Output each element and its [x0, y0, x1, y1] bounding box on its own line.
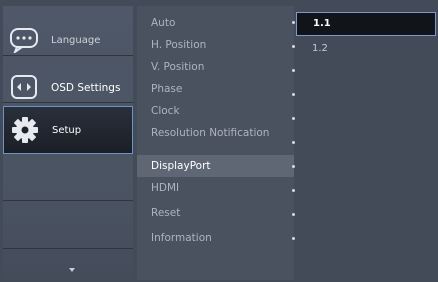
- value-option-1-2[interactable]: 1.2: [296, 38, 328, 60]
- nav-item-osd-settings[interactable]: OSD Settings: [3, 66, 133, 110]
- dot-icon: [292, 165, 295, 168]
- separator-dots: [292, 6, 295, 280]
- dot-icon: [292, 141, 295, 144]
- main-menu: Language OSD Settings Setup: [3, 6, 133, 280]
- submenu-item-auto[interactable]: Auto: [137, 12, 294, 34]
- divider: [3, 248, 133, 249]
- dot-icon: [292, 237, 295, 240]
- gear-icon: [10, 116, 40, 144]
- monitor-settings-icon: [9, 74, 39, 102]
- osd-menu: Language OSD Settings Setup Auto H. Posi…: [0, 0, 438, 282]
- dot-icon: [292, 69, 295, 72]
- value-panel: 1.1 1.2: [296, 6, 438, 280]
- dot-icon: [292, 93, 295, 96]
- submenu-item-hdmi[interactable]: HDMI: [137, 177, 294, 199]
- submenu-item-h-position[interactable]: H. Position: [137, 34, 294, 56]
- nav-item-label: Language: [51, 34, 101, 46]
- dot-icon: [292, 189, 295, 192]
- dot-icon: [292, 117, 295, 120]
- chevron-down-icon[interactable]: [69, 268, 75, 272]
- submenu-item-displayport[interactable]: DisplayPort: [137, 155, 294, 177]
- dot-icon: [292, 213, 295, 216]
- dot-icon: [292, 21, 295, 24]
- divider: [3, 200, 133, 201]
- dot-icon: [292, 45, 295, 48]
- submenu-item-reset[interactable]: Reset: [137, 202, 294, 224]
- submenu-item-resolution-notification[interactable]: Resolution Notification: [137, 122, 294, 144]
- nav-item-label: Setup: [52, 124, 82, 136]
- divider: [3, 55, 133, 56]
- nav-item-setup[interactable]: Setup: [3, 106, 133, 154]
- submenu: Auto H. Position V. Position Phase Clock…: [137, 6, 294, 280]
- value-option-1-1[interactable]: 1.1: [296, 12, 436, 36]
- submenu-item-clock[interactable]: Clock: [137, 100, 294, 122]
- submenu-item-phase[interactable]: Phase: [137, 78, 294, 100]
- divider: [3, 102, 133, 103]
- nav-item-label: OSD Settings: [51, 82, 121, 94]
- submenu-item-information[interactable]: Information: [137, 227, 294, 249]
- speech-bubble-icon: [9, 26, 39, 54]
- submenu-item-v-position[interactable]: V. Position: [137, 56, 294, 78]
